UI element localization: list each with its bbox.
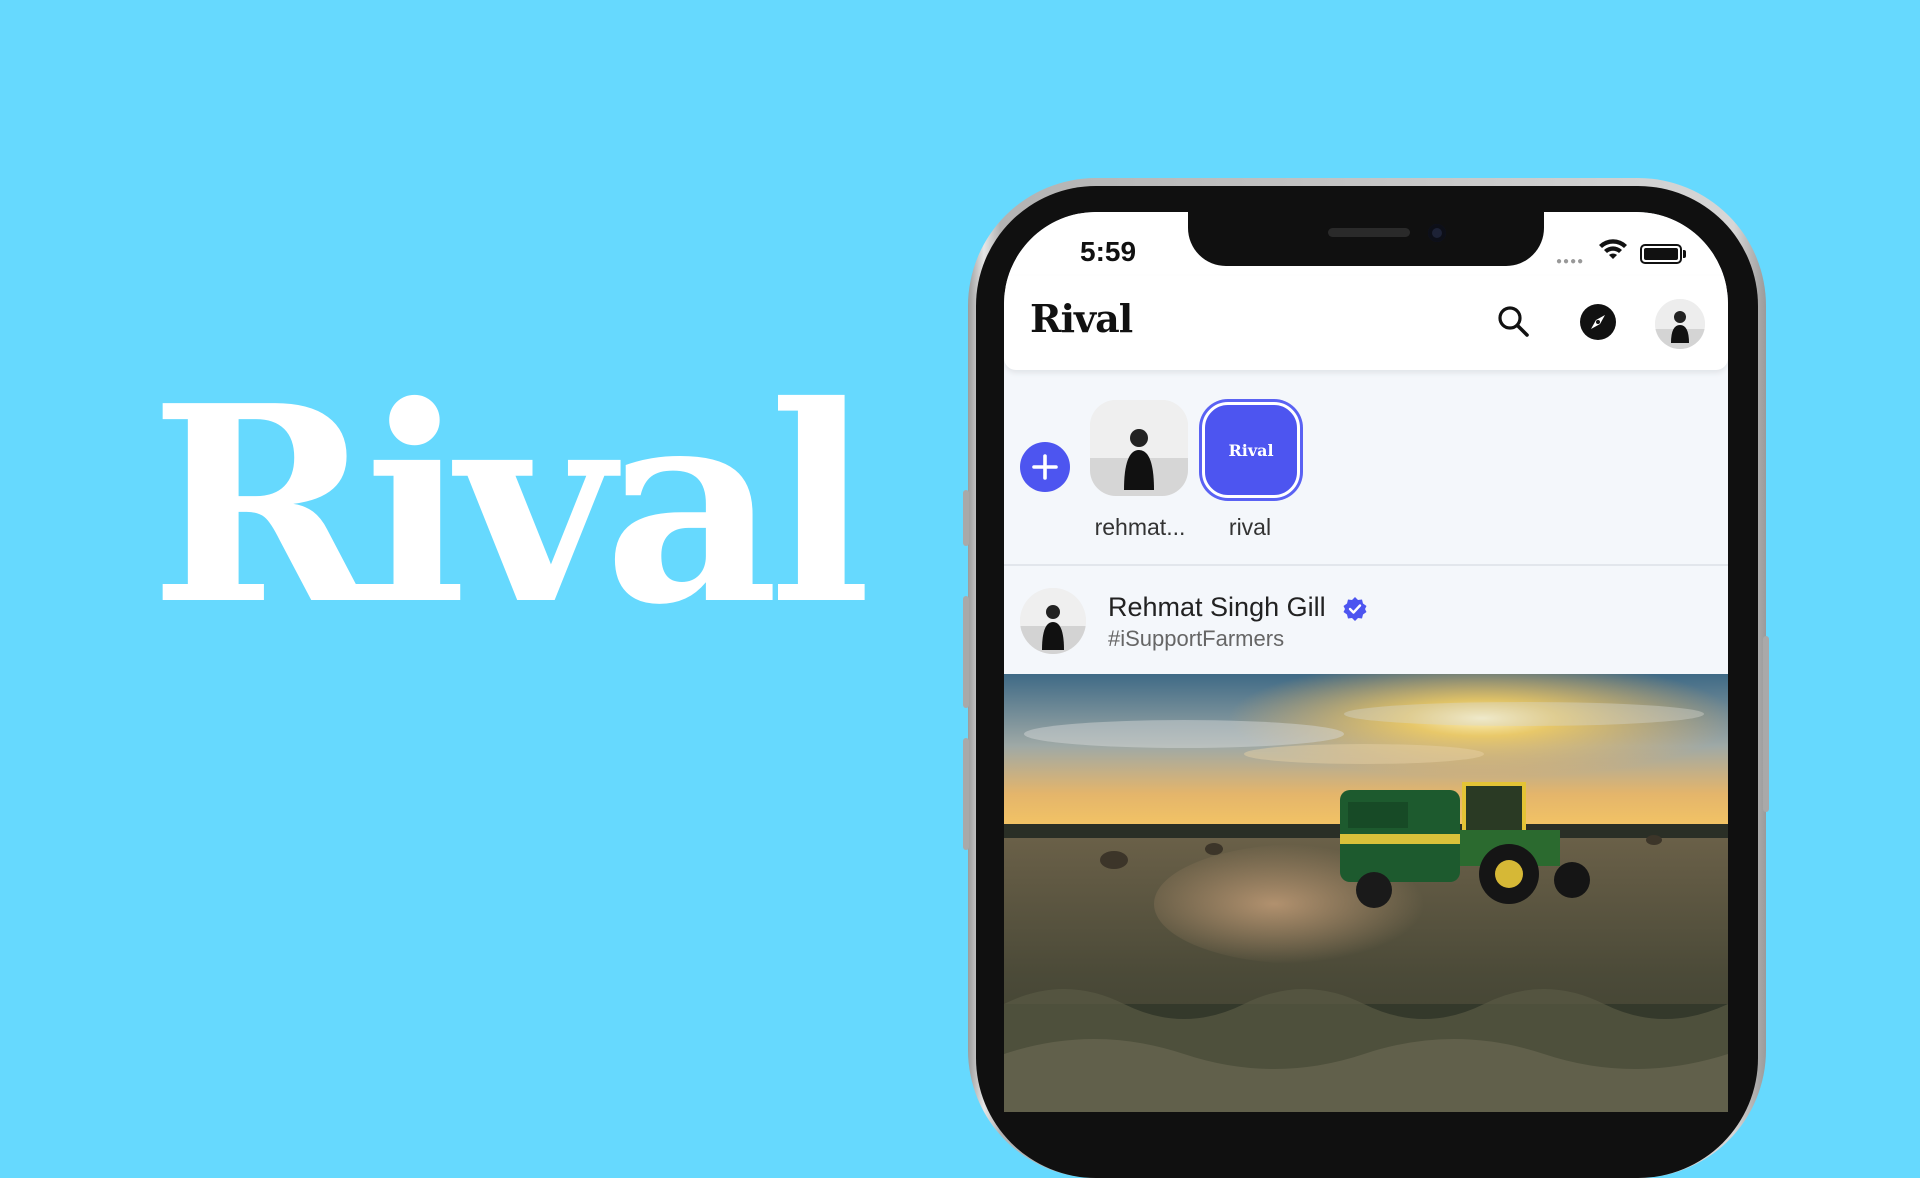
story-avatar <box>1090 400 1188 496</box>
story-item-active[interactable]: Rival rival <box>1198 382 1302 540</box>
add-story-button[interactable] <box>1020 442 1070 492</box>
post-author-name[interactable]: Rehmat Singh Gill <box>1108 592 1326 623</box>
phone-mute-switch <box>963 490 969 546</box>
phone-power-button <box>1763 636 1769 812</box>
front-camera <box>1428 224 1446 242</box>
stories-row: rehmat... Rival rival <box>1004 382 1728 562</box>
phone-screen: 5:59 ●●●● Rival rehmat... Rival rival Re… <box>1004 212 1728 1112</box>
phone-notch <box>1188 212 1544 266</box>
search-icon[interactable] <box>1494 302 1534 342</box>
compass-icon[interactable] <box>1578 302 1618 342</box>
phone-volume-down <box>963 738 969 850</box>
post-author-avatar[interactable] <box>1020 588 1086 654</box>
post-header: Rehmat Singh Gill #iSupportFarmers <box>1004 566 1728 674</box>
post-hashtag[interactable]: #iSupportFarmers <box>1108 626 1284 652</box>
status-time: 5:59 <box>1080 236 1137 267</box>
story-avatar-rival: Rival <box>1202 402 1300 498</box>
story-brand-text: Rival <box>1228 441 1274 460</box>
post-image[interactable] <box>1004 674 1728 1112</box>
app-title: Rival <box>1030 296 1133 341</box>
plus-icon <box>1032 454 1058 480</box>
verified-badge-icon <box>1343 597 1367 621</box>
wifi-icon <box>1599 239 1627 259</box>
app-header: Rival <box>1004 276 1728 370</box>
story-label: rival <box>1228 514 1272 540</box>
signal-icon: ●●●● <box>1556 256 1585 267</box>
story-item[interactable]: rehmat... <box>1088 382 1192 540</box>
brand-wordmark: Rival <box>150 346 871 664</box>
story-label: rehmat... <box>1094 514 1186 540</box>
phone-volume-up <box>963 596 969 708</box>
speaker-grille <box>1328 228 1410 237</box>
profile-avatar[interactable] <box>1655 299 1705 349</box>
battery-icon <box>1640 244 1686 264</box>
